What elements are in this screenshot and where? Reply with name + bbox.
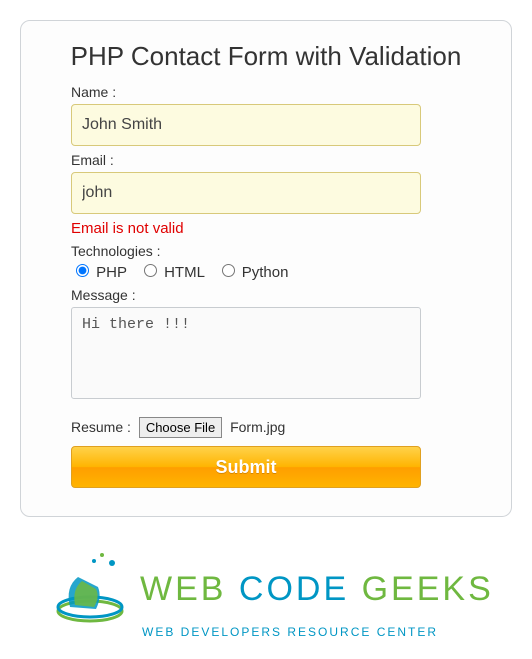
page-title: PHP Contact Form with Validation xyxy=(53,41,479,72)
radio-php[interactable] xyxy=(76,264,89,277)
name-input[interactable] xyxy=(71,104,421,146)
submit-button[interactable]: Submit xyxy=(71,446,421,488)
technologies-label: Technologies : xyxy=(71,243,479,259)
radio-python[interactable] xyxy=(222,264,235,277)
radio-html-wrap[interactable]: HTML xyxy=(139,264,209,281)
radio-python-label: Python xyxy=(242,264,289,281)
choose-file-button[interactable]: Choose File xyxy=(139,417,222,438)
logo-icon xyxy=(50,549,140,629)
technologies-radios: PHP HTML Python xyxy=(71,261,479,281)
radio-php-label: PHP xyxy=(96,264,127,281)
email-label: Email : xyxy=(71,152,479,168)
radio-python-wrap[interactable]: Python xyxy=(217,264,289,281)
radio-html-label: HTML xyxy=(164,264,204,281)
email-error: Email is not valid xyxy=(71,220,479,237)
message-textarea[interactable]: Hi there !!! xyxy=(71,307,421,399)
message-label: Message : xyxy=(71,287,479,303)
radio-html[interactable] xyxy=(144,264,157,277)
name-label: Name : xyxy=(71,84,479,100)
resume-filename: Form.jpg xyxy=(230,419,285,435)
resume-row: Resume : Choose File Form.jpg xyxy=(71,417,479,438)
logo-tagline: WEB DEVELOPERS RESOURCE CENTER xyxy=(142,625,512,639)
resume-label: Resume : xyxy=(71,419,131,435)
email-input[interactable] xyxy=(71,172,421,214)
logo: WEB CODE GEEKS WEB DEVELOPERS RESOURCE C… xyxy=(50,549,512,639)
form: Name : Email : Email is not valid Techno… xyxy=(71,84,479,488)
radio-php-wrap[interactable]: PHP xyxy=(71,264,131,281)
logo-title: WEB CODE GEEKS xyxy=(140,570,494,609)
form-card: PHP Contact Form with Validation Name : … xyxy=(20,20,512,517)
